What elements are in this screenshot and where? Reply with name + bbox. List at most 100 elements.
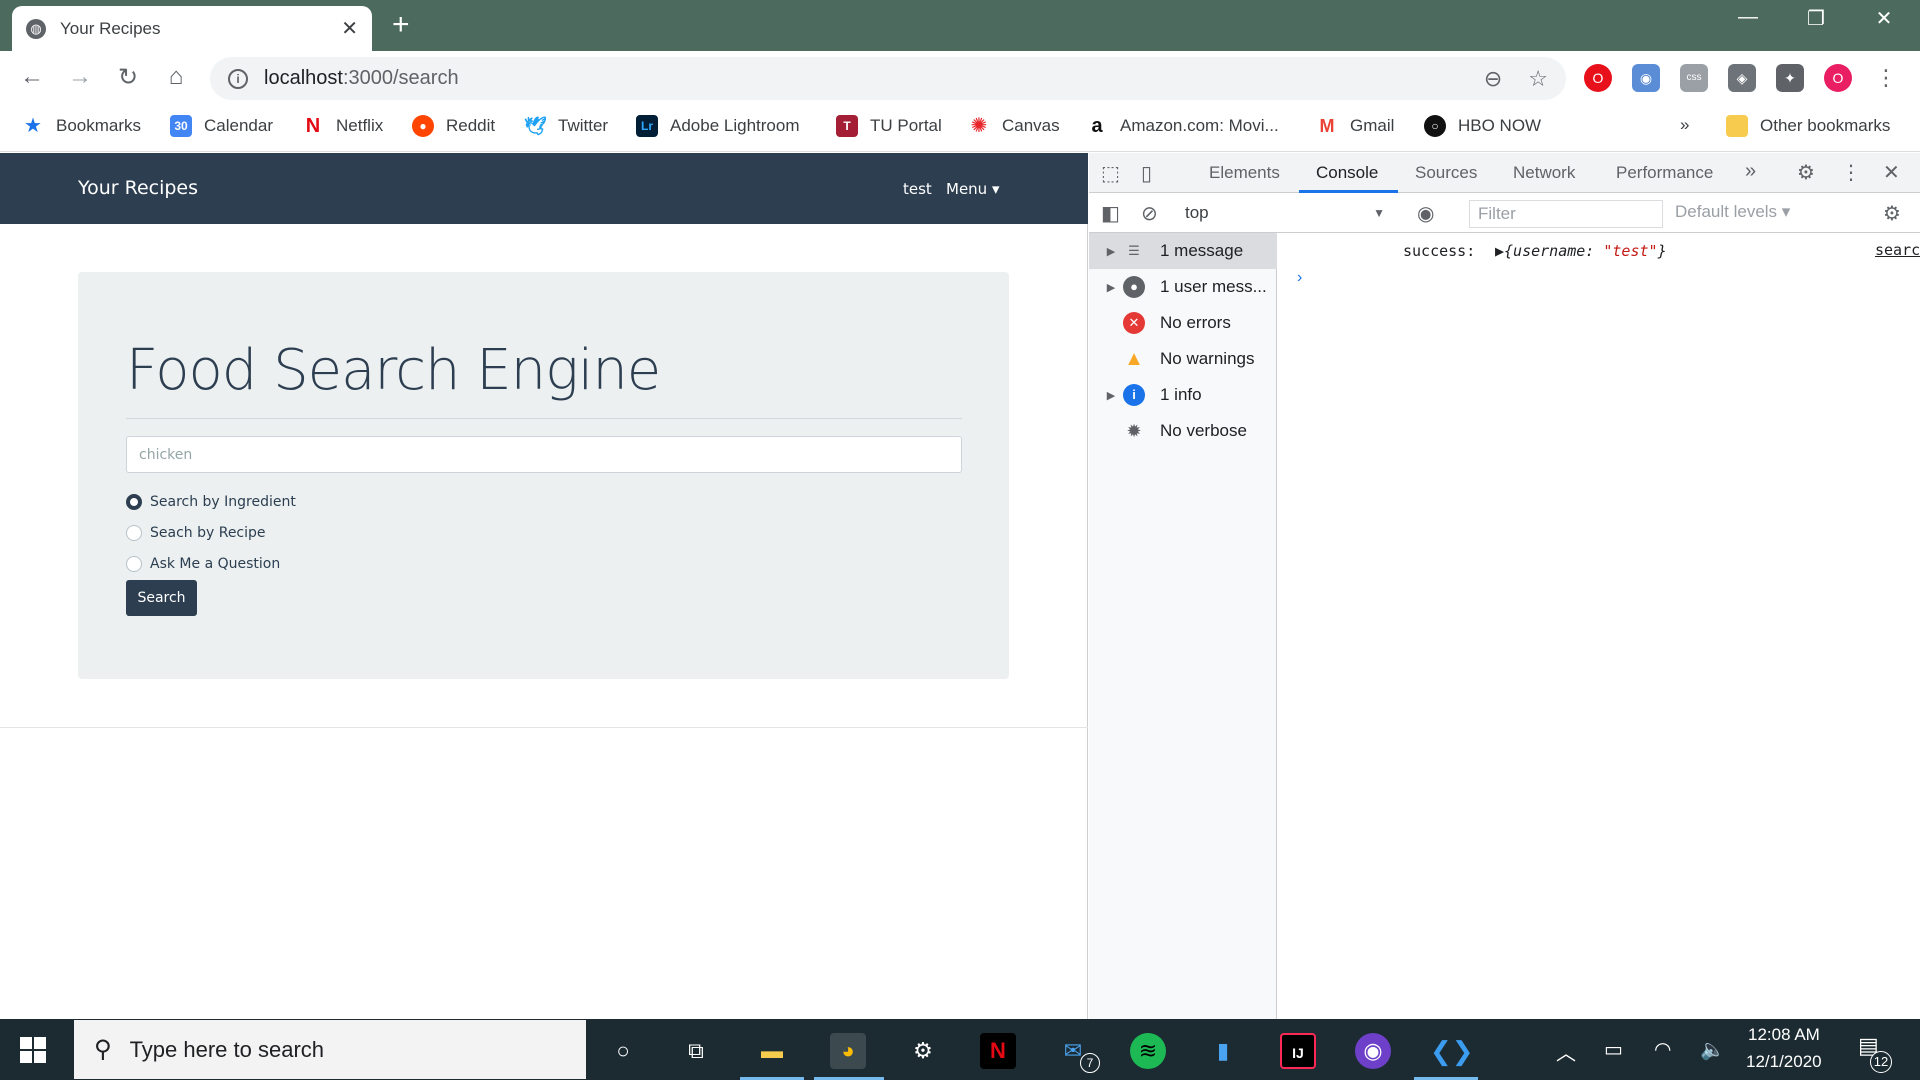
device-toolbar-icon[interactable]: ▯ <box>1141 161 1152 186</box>
address-bar[interactable]: i localhost :3000/search ⊖ ☆ <box>210 57 1566 100</box>
camera-extension-icon[interactable]: ◉ <box>1632 64 1660 92</box>
sidebar-item-errors[interactable]: ✕ No errors <box>1089 305 1277 341</box>
log-prefix: success: <box>1403 242 1476 260</box>
sidebar-item-info[interactable]: ▶ i 1 info <box>1089 377 1277 413</box>
zoom-icon[interactable]: ⊖ <box>1484 66 1502 92</box>
site-brand[interactable]: Your Recipes <box>78 177 198 199</box>
home-button[interactable]: ⌂ <box>160 63 192 91</box>
filter-input[interactable] <box>1469 200 1663 228</box>
forward-button[interactable]: → <box>64 63 96 91</box>
clear-console-icon[interactable]: ⊘ <box>1141 201 1158 226</box>
inspect-element-icon[interactable]: ⬚ <box>1101 161 1120 186</box>
footer-divider <box>0 727 1088 728</box>
devtools-menu-icon[interactable]: ⋮ <box>1841 160 1861 185</box>
console-settings-gear-icon[interactable]: ⚙ <box>1883 201 1901 226</box>
console-prompt[interactable]: › <box>1297 269 1302 287</box>
clock-date[interactable]: 12/1/2020 <box>1746 1052 1822 1072</box>
search-input[interactable] <box>126 436 962 473</box>
warning-icon: ▲ <box>1124 348 1144 370</box>
bookmark-bookmarks[interactable]: ★ Bookmarks <box>22 115 141 137</box>
reload-button[interactable]: ↻ <box>112 63 144 92</box>
log-levels-dropdown[interactable]: Default levels ▾ <box>1675 202 1790 222</box>
radio-ask-question[interactable]: Ask Me a Question <box>126 556 280 572</box>
tab-elements[interactable]: Elements <box>1209 163 1280 183</box>
more-tabs-button[interactable]: » <box>1745 160 1756 183</box>
restore-button[interactable]: ❐ <box>1796 6 1836 31</box>
page-title: Food Search Engine <box>126 338 661 403</box>
spotify-icon[interactable]: ≋ <box>1130 1033 1166 1069</box>
tab-sources[interactable]: Sources <box>1415 163 1477 183</box>
site-info-icon[interactable]: i <box>228 68 248 89</box>
tray-overflow-icon[interactable]: ︿ <box>1556 1037 1576 1066</box>
phone-app-icon[interactable]: ▮ <box>1205 1033 1241 1069</box>
context-selector[interactable]: top ▼ <box>1185 200 1385 226</box>
log-object-preview[interactable]: ▶{username: "test"} <box>1495 242 1667 260</box>
taskbar-search-box[interactable]: ⚲ Type here to search <box>74 1020 586 1079</box>
bookmark-calendar[interactable]: 30 Calendar <box>170 115 273 137</box>
sidebar-item-messages[interactable]: ▶ ☰ 1 message <box>1089 233 1277 269</box>
settings-gear-icon[interactable]: ⚙ <box>1797 160 1815 185</box>
puzzle-extensions-icon[interactable]: ✦ <box>1776 64 1804 92</box>
opera-extension-icon[interactable]: O <box>1584 64 1612 92</box>
close-tab-icon[interactable]: ✕ <box>341 16 358 41</box>
minimize-button[interactable]: — <box>1728 6 1768 29</box>
chrome-icon[interactable]: ◕ <box>830 1033 866 1069</box>
info-icon: i <box>1123 384 1145 406</box>
browser-tab[interactable]: ◍ Your Recipes ✕ <box>12 6 372 51</box>
devtools-tab-bar: ⬚ ▯ Elements Console Sources Network Per… <box>1089 153 1920 193</box>
bookmark-amazon[interactable]: a Amazon.com: Movi... <box>1086 115 1278 137</box>
radio-search-by-ingredient[interactable]: Search by Ingredient <box>126 494 296 510</box>
start-button[interactable] <box>20 1037 46 1063</box>
clock-time[interactable]: 12:08 AM <box>1748 1025 1820 1045</box>
netflix-app-icon[interactable]: N <box>980 1033 1016 1069</box>
file-explorer-icon[interactable]: ▬ <box>754 1033 790 1069</box>
bookmark-canvas[interactable]: ✺ Canvas <box>968 115 1060 137</box>
sidebar-item-warnings[interactable]: ▲ No warnings <box>1089 341 1277 377</box>
github-desktop-icon[interactable]: ◉ <box>1355 1033 1391 1069</box>
intellij-icon[interactable]: IJ <box>1280 1033 1316 1069</box>
bookmarks-overflow-button[interactable]: » <box>1680 115 1689 135</box>
radio-button[interactable] <box>126 494 142 510</box>
wifi-icon[interactable]: ◠ <box>1654 1037 1671 1062</box>
log-source-link[interactable]: search:85 <box>1875 241 1920 259</box>
battery-icon[interactable]: ▭ <box>1604 1037 1623 1062</box>
error-icon: ✕ <box>1123 312 1145 334</box>
radio-search-by-recipe[interactable]: Seach by Recipe <box>126 525 266 541</box>
close-window-button[interactable]: ✕ <box>1864 6 1904 31</box>
search-button[interactable]: Search <box>126 580 197 616</box>
radio-button[interactable] <box>126 525 142 541</box>
bookmark-tu-portal[interactable]: T TU Portal <box>836 115 942 137</box>
bookmark-netflix[interactable]: N Netflix <box>302 115 383 137</box>
tab-network[interactable]: Network <box>1513 163 1575 183</box>
cortana-icon[interactable]: ○ <box>605 1033 641 1069</box>
sidebar-toggle-icon[interactable]: ◧ <box>1101 201 1120 226</box>
bookmark-reddit[interactable]: ● Reddit <box>412 115 495 137</box>
bookmark-lightroom[interactable]: Lr Adobe Lightroom <box>636 115 799 137</box>
chrome-menu-icon[interactable]: ⋮ <box>1872 64 1900 92</box>
sidebar-item-verbose[interactable]: ✹ No verbose <box>1089 413 1277 449</box>
nav-menu-dropdown[interactable]: Menu ▾ <box>946 180 999 198</box>
bookmark-hbo-now[interactable]: ○ HBO NOW <box>1424 115 1541 137</box>
nav-username[interactable]: test <box>903 180 932 198</box>
bookmarks-bar: ★ Bookmarks 30 Calendar N Netflix ● Redd… <box>0 106 1920 152</box>
shield-extension-icon[interactable]: ◈ <box>1728 64 1756 92</box>
bookmark-twitter[interactable]: 🕊 Twitter <box>524 115 608 137</box>
settings-icon[interactable]: ⚙ <box>905 1033 941 1069</box>
css-extension-icon[interactable]: css <box>1680 64 1708 92</box>
sidebar-item-user-messages[interactable]: ▶ ● 1 user mess... <box>1089 269 1277 305</box>
profile-avatar[interactable]: O <box>1824 64 1852 92</box>
back-button[interactable]: ← <box>16 63 48 91</box>
tab-performance[interactable]: Performance <box>1616 163 1713 183</box>
mail-badge: 7 <box>1080 1053 1100 1073</box>
task-view-icon[interactable]: ⧉ <box>678 1033 714 1069</box>
vscode-icon[interactable]: ❮❯ <box>1430 1033 1474 1069</box>
radio-button[interactable] <box>126 556 142 572</box>
bookmark-gmail[interactable]: M Gmail <box>1316 115 1395 137</box>
new-tab-button[interactable]: + <box>392 8 410 42</box>
tab-console[interactable]: Console <box>1316 163 1378 183</box>
bookmark-star-icon[interactable]: ☆ <box>1528 66 1548 92</box>
close-devtools-icon[interactable]: ✕ <box>1883 160 1900 185</box>
other-bookmarks[interactable]: Other bookmarks <box>1726 115 1890 137</box>
live-expression-eye-icon[interactable]: ◉ <box>1417 201 1434 226</box>
volume-icon[interactable]: 🔈 <box>1700 1037 1725 1062</box>
